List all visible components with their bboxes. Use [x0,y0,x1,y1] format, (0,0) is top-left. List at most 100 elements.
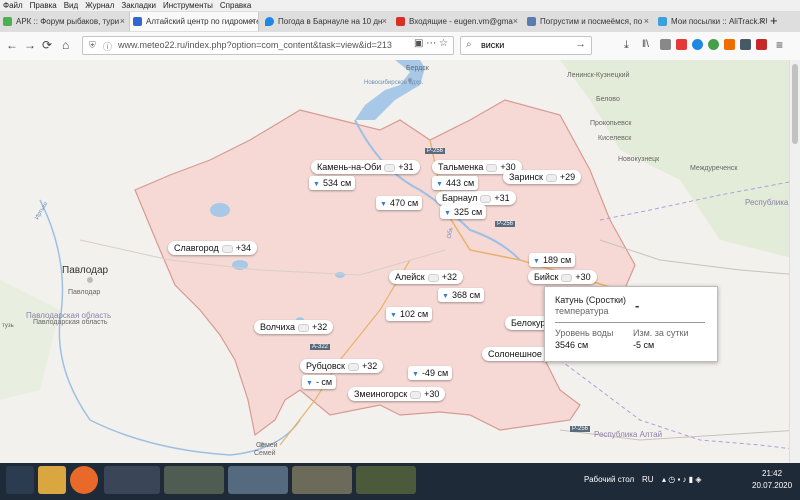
station-marker-barnaul[interactable]: Барнаул +31 [436,191,516,205]
cloud-icon [221,244,233,253]
clock-time[interactable]: 21:42 [762,469,782,478]
triangle-down-icon: ▼ [313,181,320,188]
download-icon[interactable]: ⤓ [624,37,629,53]
language-indicator[interactable]: RU [642,475,654,484]
address-bar[interactable]: ⛨ ⓘ www.meteo22.ru/index.php?option=com_… [82,36,454,55]
triangle-down-icon: ▼ [390,312,397,319]
humor-favicon-icon [527,17,536,26]
close-icon[interactable]: × [759,12,764,31]
water-level-marker[interactable]: ▼ 368 см [438,288,485,302]
library-icon[interactable]: ‖\ [642,37,649,53]
road-label: Р-256 [495,221,516,227]
station-marker-kamen[interactable]: Камень-на-Оби +31 [311,160,420,174]
taskbar-app[interactable] [356,466,416,494]
close-icon[interactable]: × [382,12,387,31]
water-level-marker[interactable]: ▼ 470 см [376,196,423,210]
station-marker-zmeinogorsk[interactable]: Змеиногорск +30 [348,387,446,401]
place-label: Семей [256,442,278,449]
water-level-marker[interactable]: ▼ 443 см [432,176,479,190]
extension-gray-icon[interactable] [740,39,751,50]
tab-alitrack[interactable]: Мои посылки :: AliTrack.RU × [655,12,767,31]
triangle-down-icon: ▼ [306,380,313,387]
menu-edit[interactable]: Правка [30,1,57,10]
home-button[interactable]: ⌂ [62,37,69,53]
extension-green-icon[interactable] [708,39,719,50]
taskbar-app[interactable] [164,466,224,494]
clock-date[interactable]: 20.07.2020 [752,481,792,490]
forward-button[interactable]: → [24,37,36,53]
desktop-toolbar[interactable]: Рабочий стол [584,475,634,484]
station-marker-soloneshnoe[interactable]: Солонешное [482,347,551,361]
water-level-marker[interactable]: ▼ 325 см [440,205,487,219]
reload-button[interactable]: ⟳ [42,37,52,53]
station-marker-rubtsovsk[interactable]: Рубцовск +32 [300,359,384,373]
extension-blue-icon[interactable] [692,39,703,50]
close-icon[interactable]: × [250,12,255,31]
search-box[interactable]: ⌕ → [460,36,592,55]
tab-gmail[interactable]: Входящие - eugen.vm@gma × [393,12,521,31]
menu-file[interactable]: Файл [3,1,23,10]
close-icon[interactable]: × [644,12,649,31]
vertical-scrollbar[interactable] [789,60,800,463]
shield-icon[interactable]: ⛨ [89,40,96,51]
cloud-icon [347,362,359,371]
station-marker-slavgorod[interactable]: Славгород +34 [168,241,257,255]
place-label: Семей [254,450,276,457]
road-label: Р-256 [570,426,591,432]
triangle-down-icon: ▼ [412,371,419,378]
new-tab-button[interactable]: + [770,12,778,30]
menu-view[interactable]: Вид [64,1,78,10]
place-label: Павлодарская область [33,319,108,326]
triangle-down-icon: ▼ [380,201,387,208]
popup-temp-label: температура [555,306,609,316]
tab-meteo[interactable]: Алтайский центр по гидромете × [129,12,259,31]
page-actions-icon[interactable]: ▣ ⋯ ☆ [414,38,448,49]
extension-pdf-icon[interactable] [756,39,767,50]
info-icon[interactable]: ⓘ [103,40,112,53]
extension-red-icon[interactable] [676,39,687,50]
search-input[interactable] [479,39,573,51]
station-marker-biysk[interactable]: Бийск +30 [528,270,597,284]
folder-icon[interactable] [38,466,66,494]
tab-forum[interactable]: АРК :: Форум рыбаков, тури × [0,12,128,31]
station-marker-zarinsk[interactable]: Заринск +29 [503,170,582,184]
popup-change-label: Изм. за сутки [633,328,689,338]
tab-humor[interactable]: Погрустим и посмеёмся, по × [524,12,652,31]
tray-icons[interactable]: ▴ ◷ ▪ ♪ ▮ ◈ [662,475,702,484]
menu-bookmarks[interactable]: Закладки [121,1,156,10]
menu-tools[interactable]: Инструменты [163,1,213,10]
scrollbar-thumb[interactable] [792,64,798,144]
water-level-marker[interactable]: ▼ - см [302,375,337,389]
map-area[interactable]: Бердск Новосибирское вдхр. Ленинск-Кузне… [0,60,800,463]
water-level-marker[interactable]: ▼ -49 см [408,366,453,380]
popup-level-label: Уровень воды [555,328,614,338]
menu-icon[interactable]: ≡ [776,37,783,53]
popup-temp-value: - [635,298,640,313]
taskbar-app[interactable] [104,466,160,494]
url-text[interactable]: www.meteo22.ru/index.php?option=com_cont… [118,40,392,50]
start-button[interactable] [6,466,34,494]
firefox-icon[interactable] [70,466,98,494]
close-icon[interactable]: × [513,12,518,31]
triangle-down-icon: ▼ [436,181,443,188]
back-button[interactable]: ← [6,37,18,53]
station-marker-volchikha[interactable]: Волчиха +32 [254,320,334,334]
search-icon: ⌕ [466,39,472,50]
water-level-marker[interactable]: ▼ 534 см [309,176,356,190]
extension-orange-icon[interactable] [724,39,735,50]
station-marker-aleysk[interactable]: Алейск +32 [389,270,464,284]
tab-weather[interactable]: Погода в Барнауле на 10 дн × [262,12,390,31]
taskbar-app[interactable] [292,466,352,494]
taskbar-app[interactable] [228,466,288,494]
close-icon[interactable]: × [120,12,125,31]
water-level-marker[interactable]: ▼ 102 см [386,307,433,321]
water-level-marker[interactable]: ▼ 189 см [529,253,576,267]
sidebar-icon[interactable] [660,39,671,50]
place-label: Междуреченск [690,165,738,172]
cloud-icon [480,194,492,203]
menu-history[interactable]: Журнал [85,1,114,10]
menu-help[interactable]: Справка [220,1,251,10]
tab-bar: АРК :: Форум рыбаков, тури × Алтайский це… [0,11,800,33]
search-go-icon[interactable]: → [575,38,586,50]
place-label: Новосибирское вдхр. [364,80,424,86]
